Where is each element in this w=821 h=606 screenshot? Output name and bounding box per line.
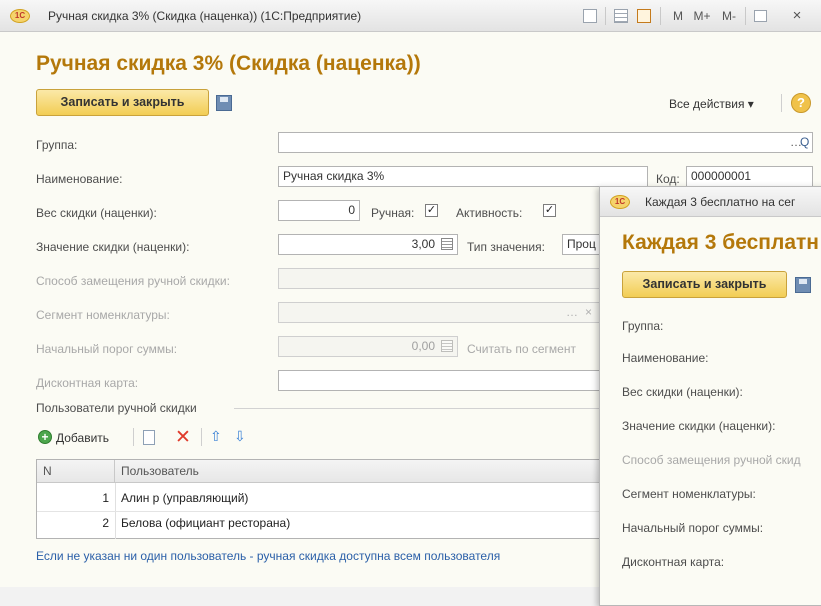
column-header-user[interactable]: Пользователь [115, 460, 607, 483]
users-hint-text: Если не указан ни один пользователь - ру… [36, 549, 501, 563]
replace-input[interactable] [278, 268, 618, 289]
save-and-close-button[interactable]: Записать и закрыть [36, 89, 209, 116]
second-card-label: Дисконтная карта: [622, 555, 725, 569]
second-weight-label: Вес скидки (наценки): [622, 385, 743, 399]
copy-icon[interactable] [143, 430, 155, 445]
code-label: Код: [656, 172, 680, 186]
group-label: Группа: [36, 138, 78, 152]
add-icon[interactable]: + [38, 430, 52, 444]
calendar-icon[interactable] [637, 9, 651, 23]
active-checkbox[interactable]: ✓ [543, 204, 556, 217]
move-down-icon[interactable]: ⇩ [234, 428, 246, 445]
replace-label: Способ замещения ручной скидки: [36, 274, 230, 288]
row-1-user[interactable]: Алин р (управляющий) [121, 488, 248, 509]
main-window-title: Ручная скидка 3% (Скидка (наценка)) (1С:… [48, 9, 362, 23]
move-up-icon[interactable]: ⇧ [210, 428, 222, 445]
users-table: N Пользователь 1 Алин р (управляющий) 2 … [36, 459, 607, 539]
second-window-title: Каждая 3 бесплатно на сег [645, 195, 796, 209]
column-header-n[interactable]: N [37, 460, 115, 483]
1c-logo-icon: 1C [10, 9, 30, 23]
second-form-title: Каждая 3 бесплатн [622, 231, 819, 254]
active-label: Активность: [456, 206, 523, 220]
close-icon[interactable]: × [790, 8, 804, 24]
manual-checkbox[interactable]: ✓ [425, 204, 438, 217]
second-window: 1C Каждая 3 бесплатно на сег Каждая 3 бе… [599, 186, 821, 606]
delete-icon[interactable]: ✕ [175, 426, 191, 449]
calculator-icon[interactable] [614, 9, 628, 23]
second-group-label: Группа: [622, 319, 664, 333]
code-input[interactable]: 000000001 [686, 166, 813, 187]
name-input[interactable]: Ручная скидка 3% [278, 166, 648, 187]
value-label: Значение скидки (наценки): [36, 240, 190, 254]
calculator-small-icon[interactable] [441, 238, 453, 250]
segment-label: Сегмент номенклатуры: [36, 308, 170, 322]
card-label: Дисконтная карта: [36, 376, 139, 390]
second-titlebar: 1C Каждая 3 бесплатно на сег [600, 187, 821, 217]
memory-plus-button[interactable]: M+ [691, 8, 713, 24]
second-name-label: Наименование: [622, 351, 709, 365]
group-search-icon[interactable]: Q [800, 133, 809, 152]
users-group-title: Пользователи ручной скидки [36, 401, 197, 415]
value-type-label: Тип значения: [467, 240, 545, 254]
memory-minus-button[interactable]: M- [718, 8, 740, 24]
value-input[interactable]: 3,00 [278, 234, 458, 255]
all-actions-menu[interactable]: Все действия ▾ [669, 97, 754, 111]
weight-label: Вес скидки (наценки): [36, 206, 157, 220]
by-segment-label: Считать по сегмент [467, 342, 576, 356]
second-value-label: Значение скидки (наценки): [622, 419, 776, 433]
maximize-icon[interactable] [754, 10, 767, 22]
second-save-and-close-button[interactable]: Записать и закрыть [622, 271, 787, 298]
segment-select-button[interactable]: … [566, 303, 578, 322]
row-2-n[interactable]: 2 [37, 513, 109, 534]
main-titlebar: 1C Ручная скидка 3% (Скидка (наценка)) (… [0, 0, 821, 32]
favorite-icon[interactable] [583, 9, 597, 23]
row-2-user[interactable]: Белова (официант ресторана) [121, 513, 290, 534]
add-button[interactable]: Добавить [56, 431, 109, 445]
row-1-n[interactable]: 1 [37, 488, 109, 509]
card-input[interactable] [278, 370, 618, 391]
name-label: Наименование: [36, 172, 123, 186]
threshold-label: Начальный порог суммы: [36, 342, 178, 356]
manual-label: Ручная: [371, 206, 415, 220]
second-threshold-label: Начальный порог суммы: [622, 521, 764, 535]
segment-clear-icon[interactable]: × [585, 303, 592, 322]
save-icon[interactable] [216, 95, 232, 111]
form-title: Ручная скидка 3% (Скидка (наценка)) [36, 52, 421, 75]
threshold-input[interactable]: 0,00 [278, 336, 458, 357]
second-replace-label: Способ замещения ручной скид [622, 453, 801, 467]
threshold-calculator-icon[interactable] [441, 340, 453, 352]
help-icon[interactable]: ? [791, 93, 811, 113]
second-save-icon[interactable] [795, 277, 811, 293]
weight-input[interactable]: 0 [278, 200, 360, 221]
memory-m-button[interactable]: M [671, 8, 685, 24]
second-1c-logo-icon: 1C [610, 195, 630, 209]
second-segment-label: Сегмент номенклатуры: [622, 487, 756, 501]
group-input[interactable] [278, 132, 813, 153]
